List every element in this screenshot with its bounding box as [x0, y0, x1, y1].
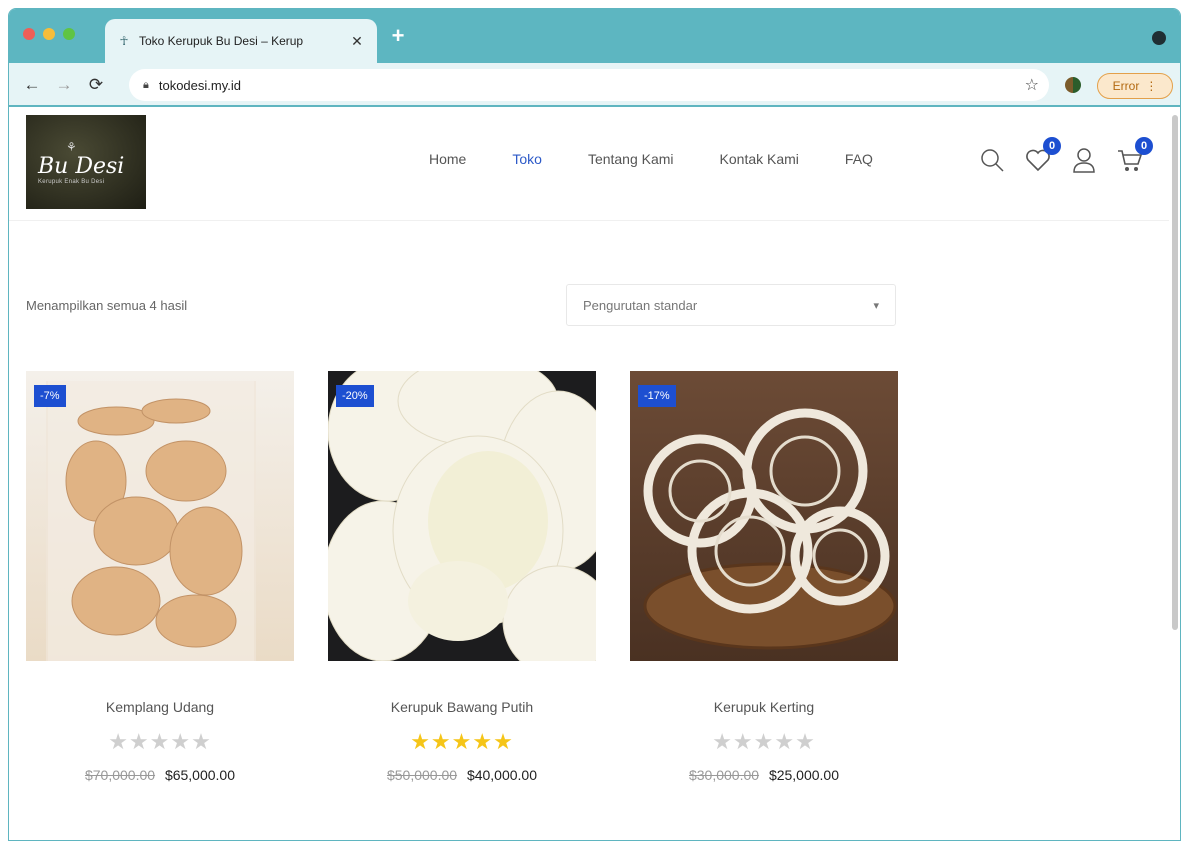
product-image-kerupuk-bawang-putih[interactable]: -20%	[328, 371, 596, 661]
product-name[interactable]: Kemplang Udang	[9, 699, 311, 715]
star-rating: ★★★★★	[410, 729, 514, 754]
result-count: Menampilkan semua 4 hasil	[26, 298, 188, 313]
product-price: $50,000.00 $40,000.00	[311, 767, 613, 783]
site-logo[interactable]: ⚘ Bu Desi Kerupuk Enak Bu Desi	[26, 115, 146, 209]
browser-tab[interactable]: ☥ Toko Kerupuk Bu Desi – Kerup ✕	[105, 19, 377, 63]
product-name[interactable]: Kerupuk Bawang Putih	[311, 699, 613, 715]
shop-toolbar: Menampilkan semua 4 hasil Pengurutan sta…	[26, 284, 896, 328]
original-price: $30,000.00	[688, 767, 760, 783]
star-rating: ★★★★★	[108, 729, 212, 754]
logo-subtitle: Kerupuk Enak Bu Desi	[38, 178, 105, 185]
tab-bar: ☥ Toko Kerupuk Bu Desi – Kerup ✕ +	[9, 9, 1180, 63]
extension-icon[interactable]	[1065, 77, 1081, 93]
site-header: ⚘ Bu Desi Kerupuk Enak Bu Desi Home Toko…	[9, 109, 1169, 221]
profile-icon[interactable]	[1152, 31, 1166, 45]
sale-price: $25,000.00	[768, 767, 840, 783]
logo-mark-icon: ⚘	[66, 139, 77, 154]
original-price: $70,000.00	[84, 767, 156, 783]
sale-price: $40,000.00	[466, 767, 538, 783]
sort-dropdown[interactable]: Pengurutan standar ▾	[566, 284, 896, 326]
url-text: tokodesi.my.id	[158, 77, 241, 93]
address-bar[interactable]: 🔒︎ tokodesi.my.id ☆	[129, 69, 1049, 101]
browser-toolbar: ← → ⟳ 🔒︎ tokodesi.my.id ☆ Error ⋮	[9, 63, 1180, 107]
more-options-icon: ⋮	[1145, 79, 1158, 93]
sort-selected-label: Pengurutan standar	[583, 297, 698, 313]
nav-toko[interactable]: Toko	[512, 151, 542, 167]
star-rating: ★★★★★	[712, 729, 816, 754]
sale-badge: -17%	[638, 385, 676, 407]
product-image-kerupuk-kerting[interactable]: -17%	[630, 371, 898, 661]
page-viewport: ⚘ Bu Desi Kerupuk Enak Bu Desi Home Toko…	[9, 109, 1180, 840]
nav-home[interactable]: Home	[429, 151, 466, 167]
sale-badge: -7%	[34, 385, 66, 407]
logo-text: Bu Desi	[38, 153, 125, 179]
product-name[interactable]: Kerupuk Kerting	[613, 699, 915, 715]
bookmark-star-icon[interactable]: ☆	[1025, 75, 1039, 95]
chevron-down-icon: ▾	[873, 299, 879, 312]
product-price: $30,000.00 $25,000.00	[613, 767, 915, 783]
page-scrollbar[interactable]	[1172, 115, 1178, 630]
product-image-kemplang-udang[interactable]: -7%	[26, 371, 294, 661]
error-button[interactable]: Error ⋮	[1097, 73, 1173, 99]
cart-button[interactable]: 0	[1115, 137, 1153, 175]
close-tab-icon[interactable]: ✕	[349, 33, 365, 49]
favicon-icon: ☥	[119, 34, 129, 48]
product-price: $70,000.00 $65,000.00	[9, 767, 311, 783]
minimize-window-button[interactable]	[43, 28, 55, 40]
nav-faq[interactable]: FAQ	[845, 151, 873, 167]
new-tab-button[interactable]: +	[387, 25, 409, 48]
error-label: Error	[1112, 79, 1140, 93]
tab-title: Toko Kerupuk Bu Desi – Kerup	[139, 34, 304, 48]
nav-kontak-kami[interactable]: Kontak Kami	[720, 151, 799, 167]
user-account-icon[interactable]	[1069, 145, 1099, 175]
wishlist-button[interactable]: 0	[1023, 137, 1061, 175]
product-card[interactable]: -7% Kemplang Udang ★★★★★ $70,000.00 $65,…	[9, 371, 311, 783]
close-window-button[interactable]	[23, 28, 35, 40]
forward-button[interactable]: →	[53, 74, 75, 96]
cart-count-badge: 0	[1135, 137, 1153, 155]
main-navigation: Home Toko Tentang Kami Kontak Kami FAQ	[429, 151, 919, 167]
header-icons: 0 0	[977, 137, 1161, 175]
wishlist-count-badge: 0	[1043, 137, 1061, 155]
sale-price: $65,000.00	[164, 767, 236, 783]
reload-button[interactable]: ⟳	[85, 74, 107, 96]
sale-badge: -20%	[336, 385, 374, 407]
maximize-window-button[interactable]	[63, 28, 75, 40]
original-price: $50,000.00	[386, 767, 458, 783]
search-icon[interactable]	[977, 145, 1007, 175]
back-button[interactable]: ←	[21, 74, 43, 96]
product-card[interactable]: -17% Kerupuk Kerting ★★★★★ $30,000.00 $2…	[613, 371, 915, 783]
product-card[interactable]: -20% Kerupuk Bawang Putih ★★★★★ $50,000.…	[311, 371, 613, 783]
browser-window: ☥ Toko Kerupuk Bu Desi – Kerup ✕ + ← → ⟳…	[8, 8, 1181, 841]
lock-icon[interactable]: 🔒︎	[143, 79, 149, 92]
nav-tentang-kami[interactable]: Tentang Kami	[588, 151, 674, 167]
